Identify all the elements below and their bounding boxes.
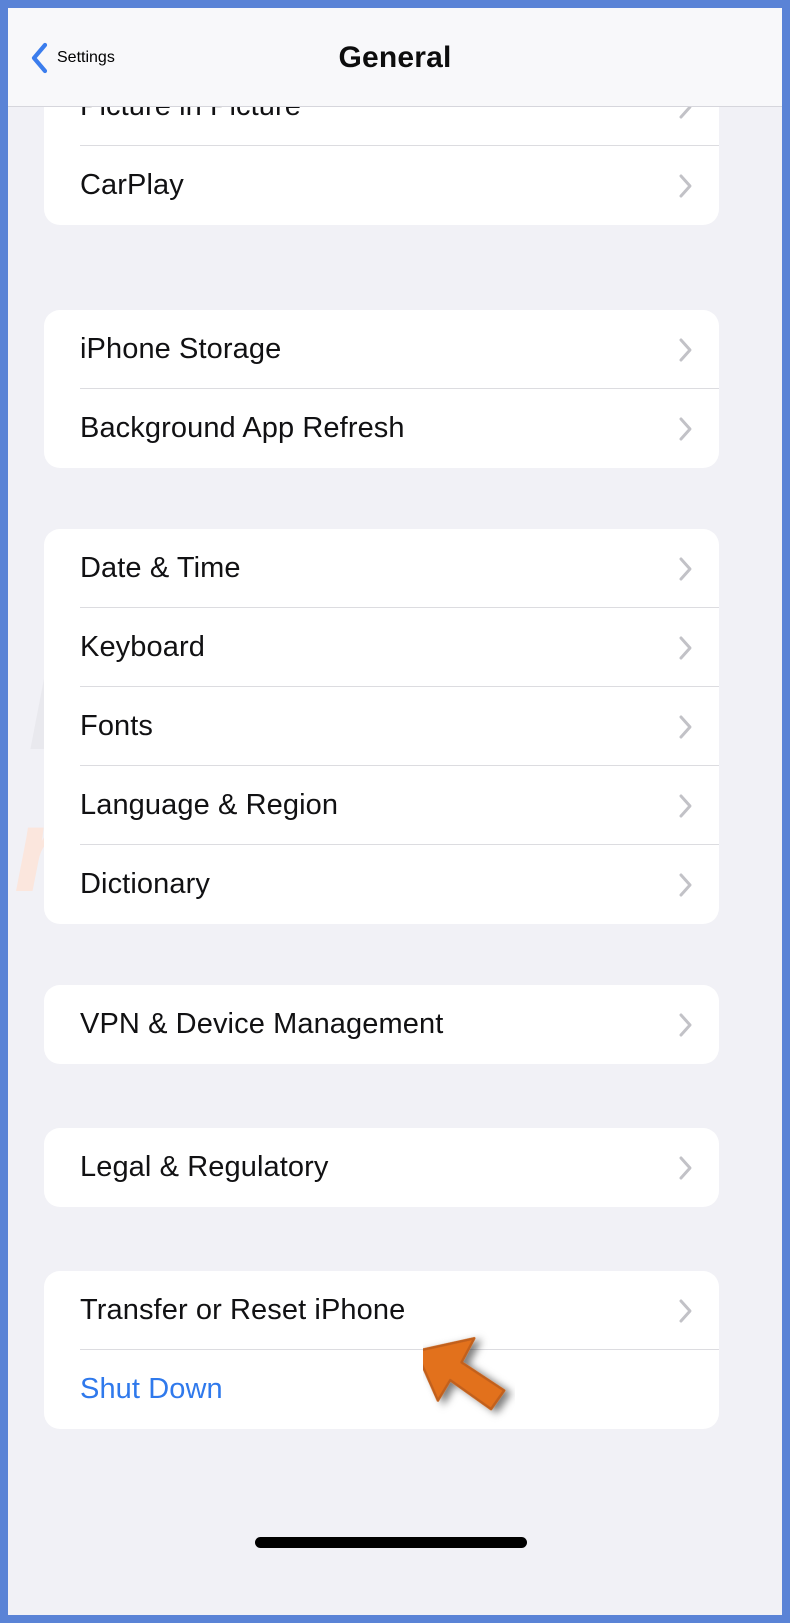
list-item[interactable]: Transfer or Reset iPhone: [44, 1271, 719, 1350]
chevron-right-icon: [679, 174, 692, 197]
chevron-right-icon: [679, 794, 692, 817]
list-item[interactable]: Keyboard: [44, 608, 719, 687]
settings-group-legal: Legal & Regulatory: [44, 1128, 719, 1207]
list-item-label: CarPlay: [80, 169, 184, 201]
list-item-label: Background App Refresh: [80, 412, 405, 444]
list-item-label: Fonts: [80, 710, 154, 742]
list-item[interactable]: Legal & Regulatory: [44, 1128, 719, 1207]
iphone-screen: PC risk.com Settings General Picture in …: [8, 8, 782, 1615]
chevron-right-icon: [679, 557, 692, 580]
settings-group-localization: Date & Time Keyboard Fonts Language & Regio…: [44, 529, 719, 924]
list-item[interactable]: CarPlay: [44, 146, 719, 225]
screenshot-canvas: PC risk.com Settings General Picture in …: [0, 0, 790, 1623]
navigation-bar: Settings General: [8, 8, 782, 107]
list-item[interactable]: Fonts: [44, 687, 719, 766]
list-item-label: Shut Down: [80, 1373, 223, 1405]
settings-group-reset: Transfer or Reset iPhone Shut Down: [44, 1271, 719, 1429]
list-item-label: Date & Time: [80, 552, 241, 584]
list-item-label: Language & Region: [80, 789, 339, 821]
list-item-label: iPhone Storage: [80, 333, 282, 365]
list-item-label: Legal & Regulatory: [80, 1151, 329, 1183]
chevron-right-icon: [679, 417, 692, 440]
chevron-right-icon: [679, 636, 692, 659]
list-item[interactable]: Shut Down: [44, 1350, 719, 1429]
list-item-label: Dictionary: [80, 868, 210, 900]
list-item[interactable]: Dictionary: [44, 845, 719, 924]
chevron-right-icon: [679, 715, 692, 738]
list-item-label: Transfer or Reset iPhone: [80, 1294, 406, 1326]
home-indicator-bar[interactable]: [255, 1537, 527, 1548]
chevron-right-icon: [679, 873, 692, 896]
list-item[interactable]: iPhone Storage: [44, 310, 719, 389]
list-item-label: Keyboard: [80, 631, 205, 663]
settings-group-vpn: VPN & Device Management: [44, 985, 719, 1064]
settings-group-storage: iPhone Storage Background App Refresh: [44, 310, 719, 468]
list-item-label: VPN & Device Management: [80, 1008, 444, 1040]
list-item[interactable]: VPN & Device Management: [44, 985, 719, 1064]
chevron-right-icon: [679, 338, 692, 361]
list-item[interactable]: Language & Region: [44, 766, 719, 845]
list-item[interactable]: Background App Refresh: [44, 389, 719, 468]
chevron-right-icon: [679, 1013, 692, 1036]
chevron-right-icon: [679, 1299, 692, 1322]
list-item[interactable]: Date & Time: [44, 529, 719, 608]
page-title: General: [338, 41, 452, 74]
chevron-right-icon: [679, 1156, 692, 1179]
